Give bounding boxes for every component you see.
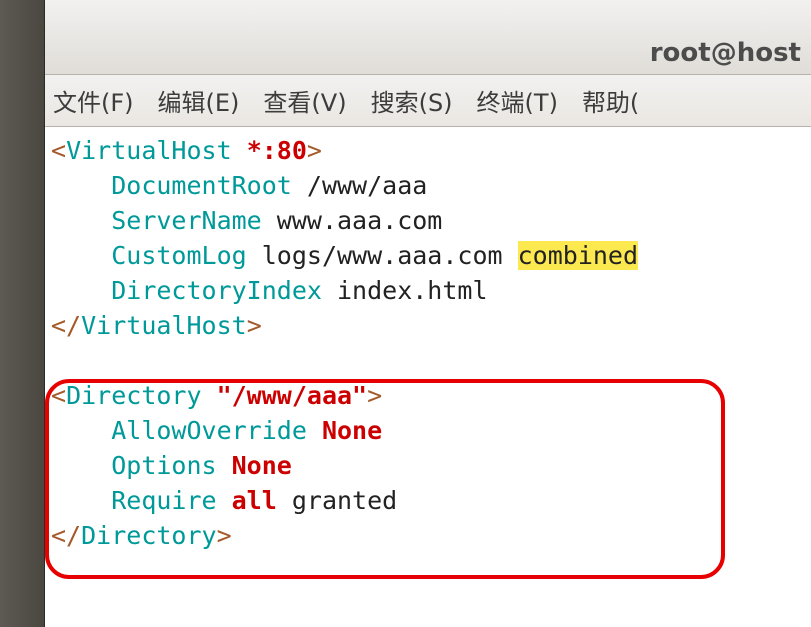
desktop-panel <box>0 0 45 627</box>
terminal-window: root@host 文件(F) 编辑(E) 查看(V) 搜索(S) 终端(T) … <box>45 0 811 559</box>
editor-area[interactable]: <VirtualHost *:80> DocumentRoot /www/aaa… <box>45 127 811 559</box>
tag-directory-close: Directory <box>81 521 216 550</box>
value: None <box>217 451 292 480</box>
directive-options: Options <box>111 451 216 480</box>
tag-args: *:80 <box>232 136 307 165</box>
tag-bracket: > <box>247 311 262 340</box>
menu-help[interactable]: 帮助( <box>582 83 639 118</box>
menu-search[interactable]: 搜索(S) <box>371 83 453 118</box>
menu-view[interactable]: 查看(V) <box>263 83 346 118</box>
tag-bracket: > <box>367 381 382 410</box>
window-title-text: root@host <box>650 38 801 68</box>
directive-allowoverride: AllowOverride <box>111 416 307 445</box>
value: all <box>217 486 277 515</box>
tag-bracket: > <box>217 521 232 550</box>
tag-virtualhost-close: VirtualHost <box>81 311 247 340</box>
value: index.html <box>322 276 488 305</box>
directive-require: Require <box>111 486 216 515</box>
tag-bracket: </ <box>51 521 81 550</box>
menu-bar: 文件(F) 编辑(E) 查看(V) 搜索(S) 终端(T) 帮助( <box>45 75 811 127</box>
directive-directoryindex: DirectoryIndex <box>111 276 322 305</box>
menu-file[interactable]: 文件(F) <box>53 83 134 118</box>
tag-directory: Directory <box>66 381 201 410</box>
directive-customlog: CustomLog <box>111 241 246 270</box>
value: /www/aaa <box>292 171 427 200</box>
tag-bracket: </ <box>51 311 81 340</box>
tag-virtualhost: VirtualHost <box>66 136 232 165</box>
directive-documentroot: DocumentRoot <box>111 171 292 200</box>
directive-servername: ServerName <box>111 206 262 235</box>
tag-bracket: < <box>51 381 66 410</box>
value: logs/www.aaa.com <box>247 241 518 270</box>
tag-bracket: > <box>307 136 322 165</box>
window-titlebar: root@host <box>45 0 811 75</box>
value: granted <box>277 486 397 515</box>
value: www.aaa.com <box>262 206 443 235</box>
menu-edit[interactable]: 编辑(E) <box>158 83 240 118</box>
tag-bracket: < <box>51 136 66 165</box>
tag-args: "/www/aaa" <box>202 381 368 410</box>
value-highlight: combined <box>518 241 638 270</box>
menu-terminal[interactable]: 终端(T) <box>477 83 558 118</box>
value: None <box>307 416 382 445</box>
